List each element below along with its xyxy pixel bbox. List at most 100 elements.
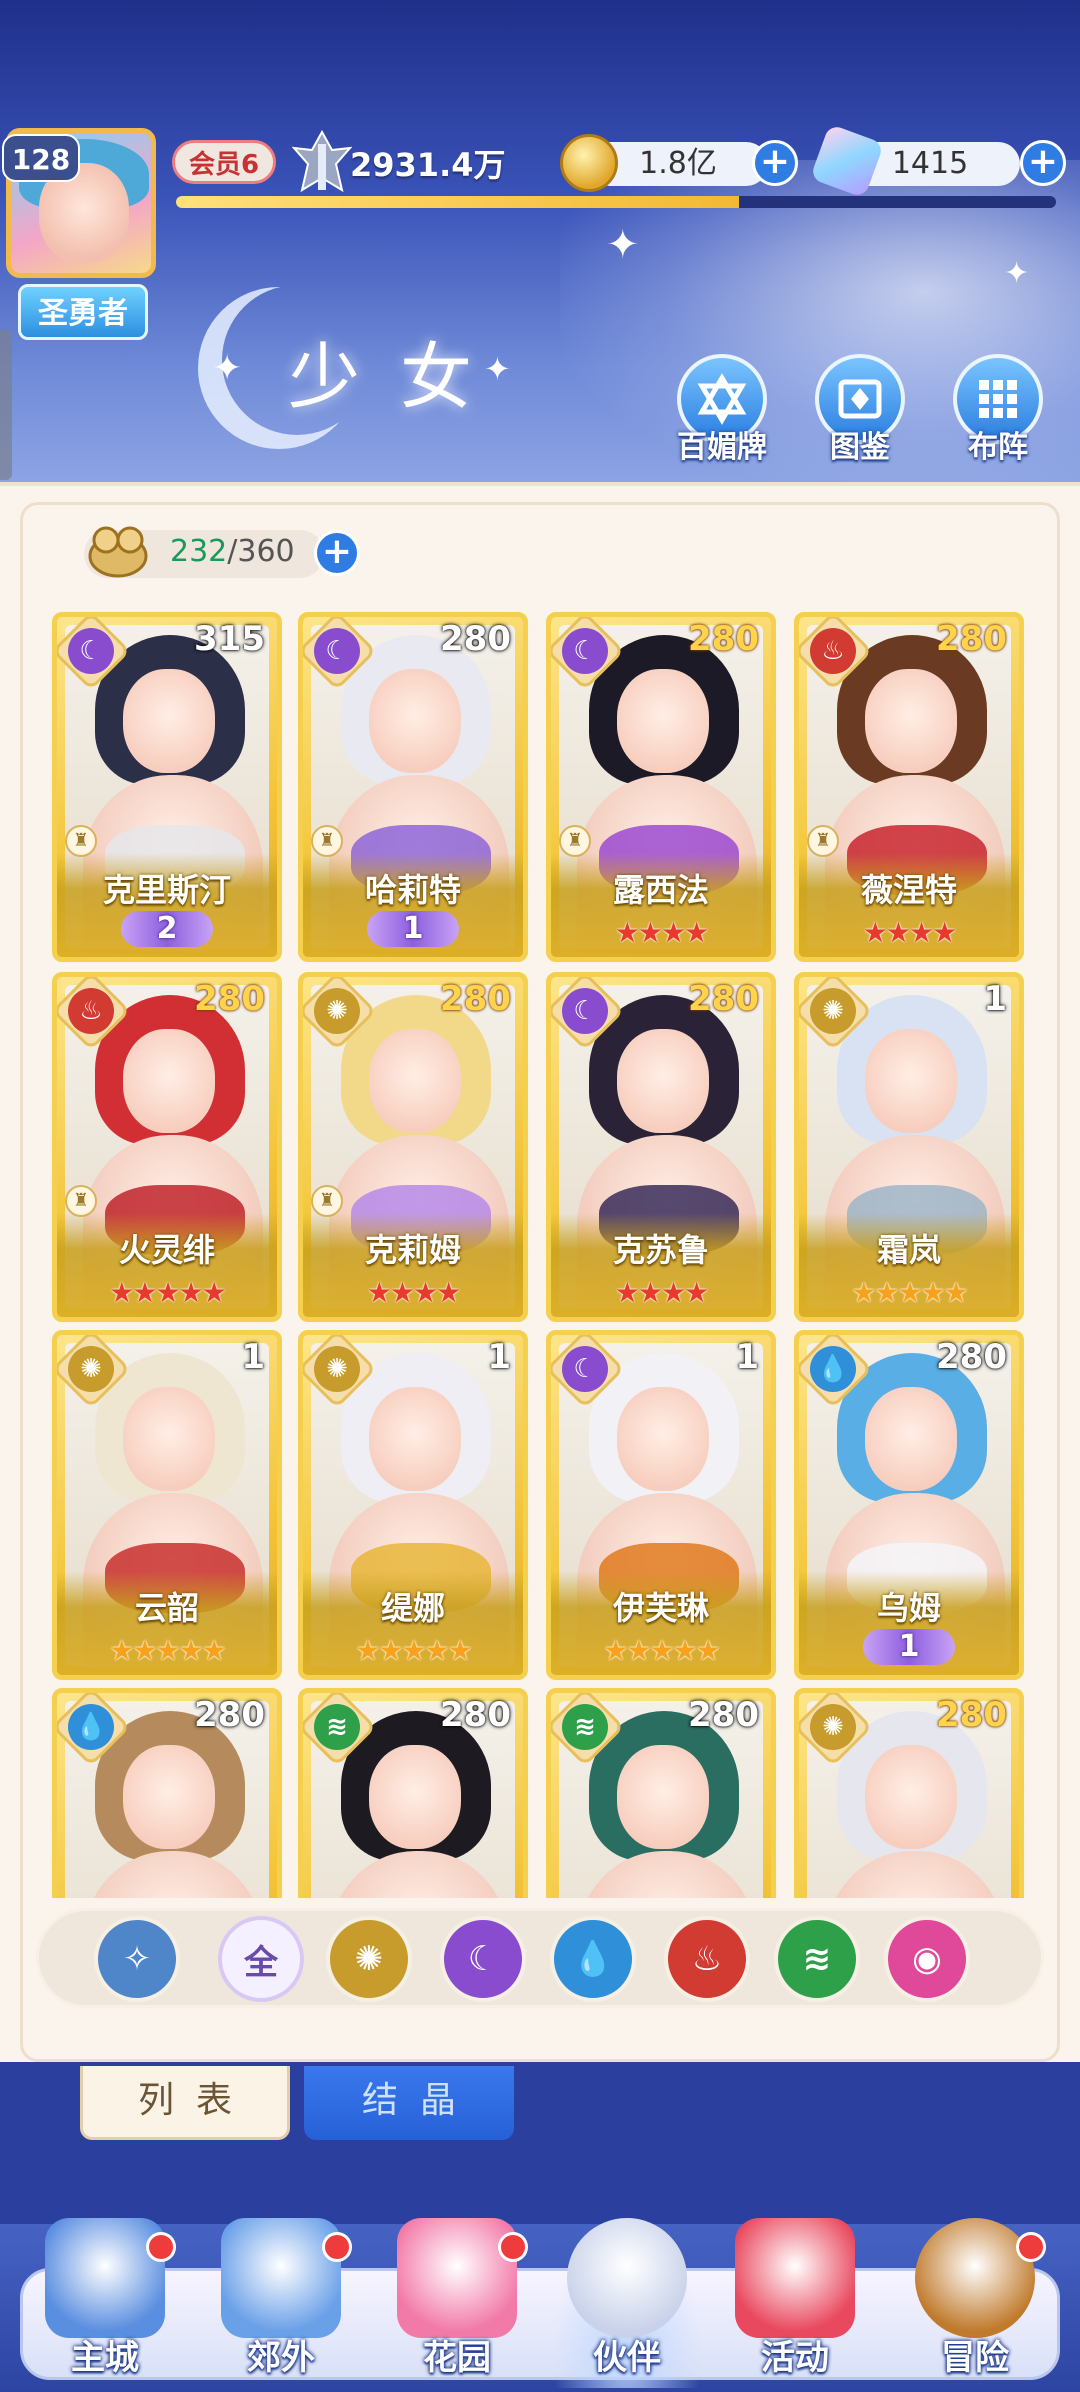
character-name: 乌姆 <box>876 1589 941 1627</box>
quick-button-card-deck[interactable]: 百媚牌 <box>674 354 770 465</box>
star-rating: ★★★★★ <box>303 1634 523 1667</box>
star-icon: ★ <box>109 1634 134 1667</box>
character-name: 哈莉特 <box>364 871 461 909</box>
star-rating: ★★★★★ <box>57 1276 277 1309</box>
moon-element-icon: ☾ <box>562 988 608 1034</box>
star-icon: ★ <box>614 1276 640 1309</box>
wind-element-icon: ≋ <box>562 1704 608 1750</box>
star-icon: ★ <box>366 1276 392 1309</box>
star-icon: ★ <box>943 1276 969 1309</box>
sun-element-icon: ✺ <box>314 988 360 1034</box>
character-level: 280 <box>194 1695 265 1735</box>
tab-list[interactable]: 列表 <box>80 2066 290 2140</box>
moon-element-icon: ☾ <box>314 628 360 674</box>
character-card[interactable]: ☾ 1 伊芙琳 ★★★★★ <box>546 1330 776 1680</box>
water-drop-icon: 💧 <box>571 1939 615 1979</box>
wind-element-icon: ≋ <box>314 1704 360 1750</box>
vip-badge[interactable]: 会员6 <box>172 140 276 184</box>
star-icon: ★ <box>155 1276 180 1309</box>
notification-dot <box>498 2232 528 2262</box>
nav-label: 活动 <box>761 2338 829 2378</box>
character-name: 伊芙琳 <box>612 1589 709 1627</box>
nav-item-partner-portrait[interactable]: 伙伴 <box>552 2218 702 2388</box>
nav-label: 郊外 <box>247 2338 315 2378</box>
character-card[interactable]: ☾ 280 ♜ 哈莉特 1 <box>298 612 528 962</box>
character-card[interactable]: ✺ 1 霜岚 ★★★★★ <box>794 972 1024 1322</box>
filter-all-button[interactable]: 全 <box>218 1916 304 2002</box>
character-card[interactable]: ✺ 1 缇娜 ★★★★★ <box>298 1330 528 1680</box>
star-icon: ★ <box>661 1276 686 1309</box>
character-card[interactable]: ≋ 280 <box>298 1688 528 1898</box>
nav-item-gift-box[interactable]: 活动 <box>720 2218 870 2388</box>
sparkle-icon: ✦ <box>1004 256 1030 291</box>
character-card[interactable]: ♨ 280 ♜ 薇涅特 ★★★★ <box>794 612 1024 962</box>
quick-button-label: 布阵 <box>968 430 1028 465</box>
star-icon: ★ <box>874 1276 899 1309</box>
character-name: 露西法 <box>612 871 709 909</box>
filter-moon-button[interactable]: ☾ <box>440 1916 526 2002</box>
character-card[interactable]: ♨ 280 ♜ 火灵绯 ★★★★★ <box>52 972 282 1322</box>
character-card[interactable]: ✺ 280 ♜ 克莉姆 ★★★★ <box>298 972 528 1322</box>
star-icon: ★ <box>626 1634 651 1667</box>
side-drawer-handle[interactable] <box>0 330 12 480</box>
filter-water-button[interactable]: 💧 <box>550 1916 636 2002</box>
all-icon: 全 <box>244 1942 278 1983</box>
nav-item-heart[interactable]: 花园 <box>382 2218 532 2388</box>
character-name: 克莉姆 <box>364 1231 461 1269</box>
character-card[interactable]: 💧 280 乌姆 1 <box>794 1330 1024 1680</box>
nav-item-castle[interactable]: 主城 <box>30 2218 180 2388</box>
add-gold-button[interactable]: + <box>752 140 798 186</box>
quick-button-gallery[interactable]: 图鉴 <box>812 354 908 465</box>
character-level: 280 <box>936 1337 1007 1377</box>
player-title-badge[interactable]: 圣勇者 <box>18 284 148 340</box>
star-icon: ★ <box>355 1634 380 1667</box>
star-icon: ★ <box>637 916 663 949</box>
quick-button-formation[interactable]: 布阵 <box>950 354 1046 465</box>
sun-element-icon: ✺ <box>810 1704 856 1750</box>
filter-light-button[interactable]: ◉ <box>884 1916 970 2002</box>
star-icon: ★ <box>897 1276 922 1309</box>
nav-item-portal[interactable]: 郊外 <box>206 2218 356 2388</box>
character-name: 缇娜 <box>380 1589 445 1627</box>
character-name: 云韶 <box>134 1589 199 1627</box>
character-level: 1 <box>241 1337 265 1377</box>
character-name: 克里斯汀 <box>102 871 231 909</box>
partner-portrait-icon <box>567 2218 687 2338</box>
combat-power-icon <box>292 130 352 193</box>
experience-bar-fill <box>176 196 740 208</box>
wing-icon: ✧ <box>122 1939 152 1979</box>
star-icon: ★ <box>201 1634 227 1667</box>
expand-roster-button[interactable]: + <box>314 530 360 576</box>
book-icon <box>838 379 882 419</box>
filter-wind-button[interactable]: ≋ <box>774 1916 860 2002</box>
star-rating: ★★★★ <box>303 1276 523 1309</box>
sun-element-icon: ✺ <box>810 988 856 1034</box>
add-gem-button[interactable]: + <box>1020 140 1066 186</box>
tab-crystal[interactable]: 结晶 <box>304 2066 514 2140</box>
backpack-icon <box>88 526 148 578</box>
roster-count-max: /360 <box>227 534 295 569</box>
star-icon: ★ <box>661 916 686 949</box>
character-card[interactable]: ≋ 280 <box>546 1688 776 1898</box>
card-deck-icon <box>697 373 747 425</box>
nav-item-compass[interactable]: 冒险 <box>900 2218 1050 2388</box>
water-element-icon: 💧 <box>68 1704 114 1750</box>
filter-sun-button[interactable]: ✺ <box>326 1916 412 2002</box>
character-card[interactable]: ✺ 1 云韶 ★★★★★ <box>52 1330 282 1680</box>
character-level: 280 <box>936 1695 1007 1735</box>
filter-special-button[interactable]: ✧ <box>94 1916 180 2002</box>
character-card[interactable]: ☾ 315 ♜ 克里斯汀 2 <box>52 612 282 962</box>
star-icon: ★ <box>401 1634 426 1667</box>
roster-count: 232/360 <box>170 534 295 569</box>
character-level: 280 <box>440 979 511 1019</box>
character-card[interactable]: ✺ 280 <box>794 1688 1024 1898</box>
star-icon: ★ <box>614 916 640 949</box>
character-card[interactable]: 💧 280 <box>52 1688 282 1898</box>
character-card[interactable]: ☾ 280 ♜ 露西法 ★★★★ <box>546 612 776 962</box>
moon-element-icon: ☾ <box>562 628 608 674</box>
nav-label: 冒险 <box>941 2338 1009 2378</box>
notification-dot <box>146 2232 176 2262</box>
filter-fire-button[interactable]: ♨ <box>664 1916 750 2002</box>
character-card[interactable]: ☾ 280 克苏鲁 ★★★★ <box>546 972 776 1322</box>
star-icon: ★ <box>672 1634 698 1667</box>
